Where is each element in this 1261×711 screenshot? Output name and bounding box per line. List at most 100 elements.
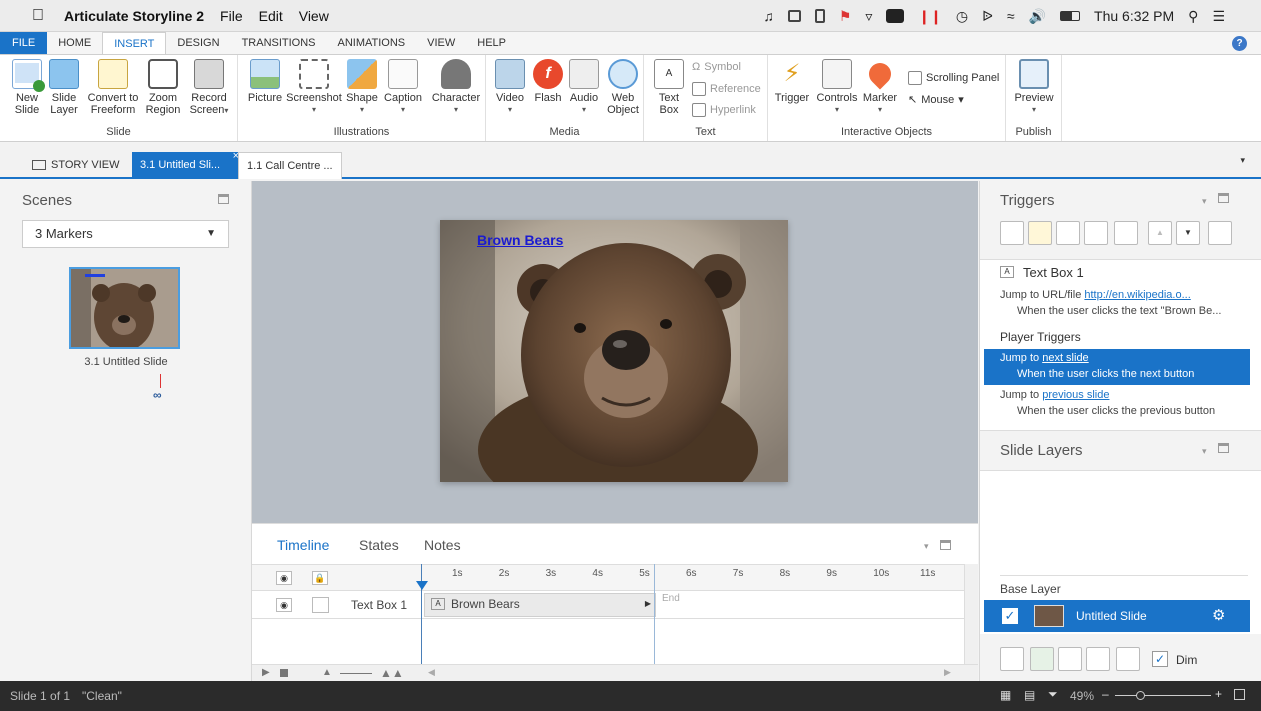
flash-button[interactable]: f Flash [530,59,566,104]
layer-visible-checkbox[interactable]: ✓ [1002,608,1018,624]
story-view-tab[interactable]: STORY VIEW [24,152,127,179]
timeline-restore-icon[interactable] [940,540,951,550]
layer-settings-gear-icon[interactable]: ⚙ [1212,606,1225,624]
active-slide-tab[interactable]: 3.1 Untitled Sli... × [132,150,242,179]
picture-button[interactable]: Picture [244,59,286,104]
volume-icon[interactable]: 🔊 [1029,8,1046,25]
list-icon[interactable]: ☰ [1212,8,1225,25]
audio-button[interactable]: Audio ▾ [566,59,602,116]
preview-button[interactable]: Preview ▾ [1012,59,1056,116]
base-layer-row[interactable]: ✓ Untitled Slide ⚙ [984,600,1250,632]
hyperlink-button[interactable]: Hyperlink [692,103,756,117]
new-slide-button[interactable]: New Slide [8,59,46,116]
tab-help[interactable]: HELP [466,32,517,54]
timeline-row[interactable]: ◉ Text Box 1 A Brown Bears ▶ End [252,591,964,619]
trigger-prev-slide-row[interactable]: Jump to previous slide [1000,389,1109,401]
scroll-left-icon[interactable]: ◀ [428,667,435,678]
slide-layer-button[interactable]: Slide Layer [46,59,82,116]
call-centre-tab[interactable]: 1.1 Call Centre ... [238,152,342,179]
screenshot-button[interactable]: Screenshot ▾ [286,59,342,116]
timeline-ruler[interactable]: 1s 2s 3s 4s 5s 6s 7s 8s 9s 10s 11s [422,565,952,590]
row-eye-icon[interactable]: ◉ [276,598,292,612]
clipboard-icon[interactable] [814,9,825,23]
character-button[interactable]: Character ▾ [430,59,482,116]
copy-trigger-icon[interactable] [1056,221,1080,245]
row-lock-checkbox[interactable] [312,597,329,613]
delete-layer-icon[interactable] [1116,647,1140,671]
move-up-icon[interactable]: ▲ [1148,221,1172,245]
variables-icon[interactable] [1208,221,1232,245]
triggers-restore-icon[interactable] [1218,193,1229,203]
menu-edit[interactable]: Edit [259,8,283,24]
delete-trigger-icon[interactable] [1114,221,1138,245]
visibility-eye-icon[interactable]: ◉ [276,571,292,585]
layers-menu-icon[interactable]: ▾ [1202,446,1207,457]
speaker-small-icon[interactable]: ♫ [763,8,774,24]
trigger-next-slide-row[interactable]: Jump to next slide When the user clicks … [984,349,1250,385]
triggers-menu-icon[interactable]: ▾ [1202,196,1207,207]
edit-trigger-icon[interactable] [1028,221,1052,245]
dim-checkbox[interactable]: ✓ [1152,651,1168,667]
printer-icon[interactable] [787,10,801,22]
duplicate-layer-icon[interactable] [1058,647,1082,671]
normal-view-icon[interactable]: ▤ [1024,688,1035,702]
scrolling-panel-button[interactable]: Scrolling Panel [908,71,999,85]
convert-freeform-button[interactable]: Convert to Freeform [84,59,142,116]
slide-stage[interactable]: Brown Bears [440,220,788,482]
previous-slide-link[interactable]: previous slide [1042,389,1109,401]
new-trigger-icon[interactable] [1000,221,1024,245]
timeline-vscrollbar[interactable] [964,564,978,668]
zoom-slider[interactable] [1115,695,1211,696]
filter-icon[interactable]: ⏷ [1048,687,1058,702]
grid-view-icon[interactable]: ▦ [1000,688,1011,702]
controls-button[interactable]: Controls ▾ [814,59,860,116]
brown-bear-photo[interactable] [440,220,788,482]
record-screen-button[interactable]: Record Screen▾ [184,59,234,117]
trigger-button[interactable]: ⚡ Trigger [772,59,812,104]
zoom-out-mountain-icon[interactable]: ▲ [322,667,332,678]
trigger-url-link[interactable]: http://en.wikipedia.o... [1084,289,1190,301]
move-down-icon[interactable]: ▼ [1176,221,1200,245]
playhead-line[interactable] [421,564,422,664]
symbol-button[interactable]: Ω Symbol [692,61,741,73]
camera-icon[interactable] [886,9,905,23]
reference-button[interactable]: Reference [692,82,761,96]
wifi-icon[interactable]: ≈ [1007,8,1015,24]
tab-file[interactable]: FILE [0,32,48,54]
tab-transitions[interactable]: TRANSITIONS [231,32,327,54]
layers-restore-icon[interactable] [1218,443,1229,453]
apple-icon[interactable]:  [32,7,44,25]
timeline-menu-icon[interactable]: ▾ [924,541,929,552]
zoom-in-mountain-icon[interactable]: ▲▲ [380,666,404,680]
tab-view[interactable]: VIEW [416,32,466,54]
tab-home[interactable]: HOME [47,32,102,54]
tab-notes[interactable]: Notes [424,537,461,553]
tab-states[interactable]: States [359,537,399,553]
battery-icon[interactable] [1060,11,1081,21]
mouse-button[interactable]: ↖ Mouse ▾ [908,93,964,107]
text-box-button[interactable]: A Text Box [652,59,686,116]
triangle-down-icon[interactable]: ▿ [865,8,872,25]
paste-layer-icon[interactable] [1086,647,1110,671]
zoom-region-button[interactable]: Zoom Region [142,59,184,116]
pause-icon[interactable]: ❙❙ [918,8,941,25]
caption-button[interactable]: Caption ▾ [382,59,424,116]
app-name-menu[interactable]: Articulate Storyline 2 [64,8,204,24]
search-icon[interactable]: ⚲ [1188,8,1198,25]
video-button[interactable]: Video ▾ [492,59,528,116]
brown-bears-link[interactable]: Brown Bears [477,232,563,248]
play-icon[interactable]: ▶ [262,667,270,678]
paste-trigger-icon[interactable] [1084,221,1108,245]
slide-thumbnail[interactable] [69,267,180,349]
tab-design[interactable]: DESIGN [166,32,230,54]
timeline-bar[interactable]: A Brown Bears ▶ [424,593,656,617]
layer-properties-icon[interactable] [1030,647,1054,671]
tab-timeline[interactable]: Timeline [277,537,329,553]
bluetooth-icon[interactable]: ᐉ [982,8,993,25]
lock-icon[interactable]: 🔒 [312,571,328,585]
link-icon[interactable]: ∞ [153,388,162,402]
next-slide-link[interactable]: next slide [1042,352,1088,364]
bar-expand-icon[interactable]: ▶ [645,599,651,608]
scroll-right-icon[interactable]: ▶ [944,667,951,678]
menu-view[interactable]: View [299,8,329,24]
